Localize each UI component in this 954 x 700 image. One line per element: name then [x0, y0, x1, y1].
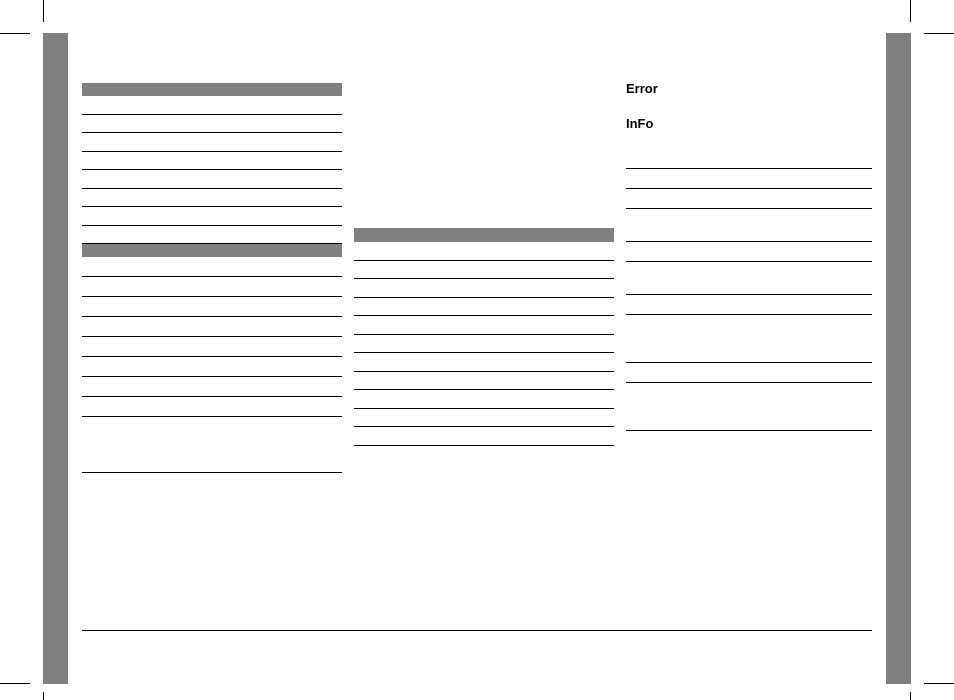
table-row — [354, 316, 614, 335]
table-row — [82, 297, 342, 317]
table-2 — [354, 228, 614, 446]
right-side-bar — [886, 33, 911, 684]
table-row — [354, 261, 614, 280]
table-row — [354, 279, 614, 298]
info-line — [626, 242, 872, 262]
table-header — [82, 83, 342, 96]
table-row — [354, 298, 614, 317]
crop-mark — [910, 0, 911, 22]
table-row — [82, 377, 342, 397]
info-line — [626, 295, 872, 315]
table-row — [354, 409, 614, 428]
column-1 — [82, 83, 342, 473]
crop-mark — [43, 692, 44, 700]
table-row — [354, 390, 614, 409]
info-line — [626, 383, 872, 431]
column-2 — [354, 228, 614, 446]
error-heading: Error — [626, 81, 872, 96]
table-header — [354, 228, 614, 242]
column-3: Error InFo — [626, 81, 872, 431]
table-row — [82, 317, 342, 337]
info-line — [626, 209, 872, 242]
info-line — [626, 169, 872, 189]
table-header — [82, 244, 342, 257]
table-row — [82, 357, 342, 377]
table-row — [82, 189, 342, 208]
table-1a — [82, 83, 342, 244]
page-content: Error InFo — [68, 33, 886, 684]
info-line — [626, 149, 872, 169]
table-1b — [82, 244, 342, 473]
table-row — [354, 353, 614, 372]
left-side-bar — [43, 33, 68, 684]
bottom-rule — [82, 630, 872, 631]
crop-mark — [910, 692, 911, 700]
table-row — [82, 226, 342, 245]
table-row — [354, 242, 614, 261]
crop-mark — [924, 33, 954, 34]
info-line — [626, 315, 872, 363]
table-row — [82, 207, 342, 226]
crop-mark — [924, 683, 954, 684]
table-row — [82, 152, 342, 171]
table-row — [82, 170, 342, 189]
info-heading: InFo — [626, 116, 872, 131]
table-row — [82, 257, 342, 277]
info-line — [626, 189, 872, 209]
table-row — [82, 337, 342, 357]
table-row — [354, 335, 614, 354]
table-row — [82, 133, 342, 152]
info-line — [626, 363, 872, 383]
table-footer — [82, 417, 342, 473]
table-row — [354, 372, 614, 391]
table-row — [354, 427, 614, 446]
table-row — [82, 96, 342, 115]
crop-mark — [0, 683, 30, 684]
crop-mark — [43, 0, 44, 22]
crop-mark — [0, 33, 30, 34]
table-row — [82, 115, 342, 134]
info-lines — [626, 149, 872, 431]
table-row — [82, 397, 342, 417]
table-row — [82, 277, 342, 297]
info-line — [626, 262, 872, 295]
